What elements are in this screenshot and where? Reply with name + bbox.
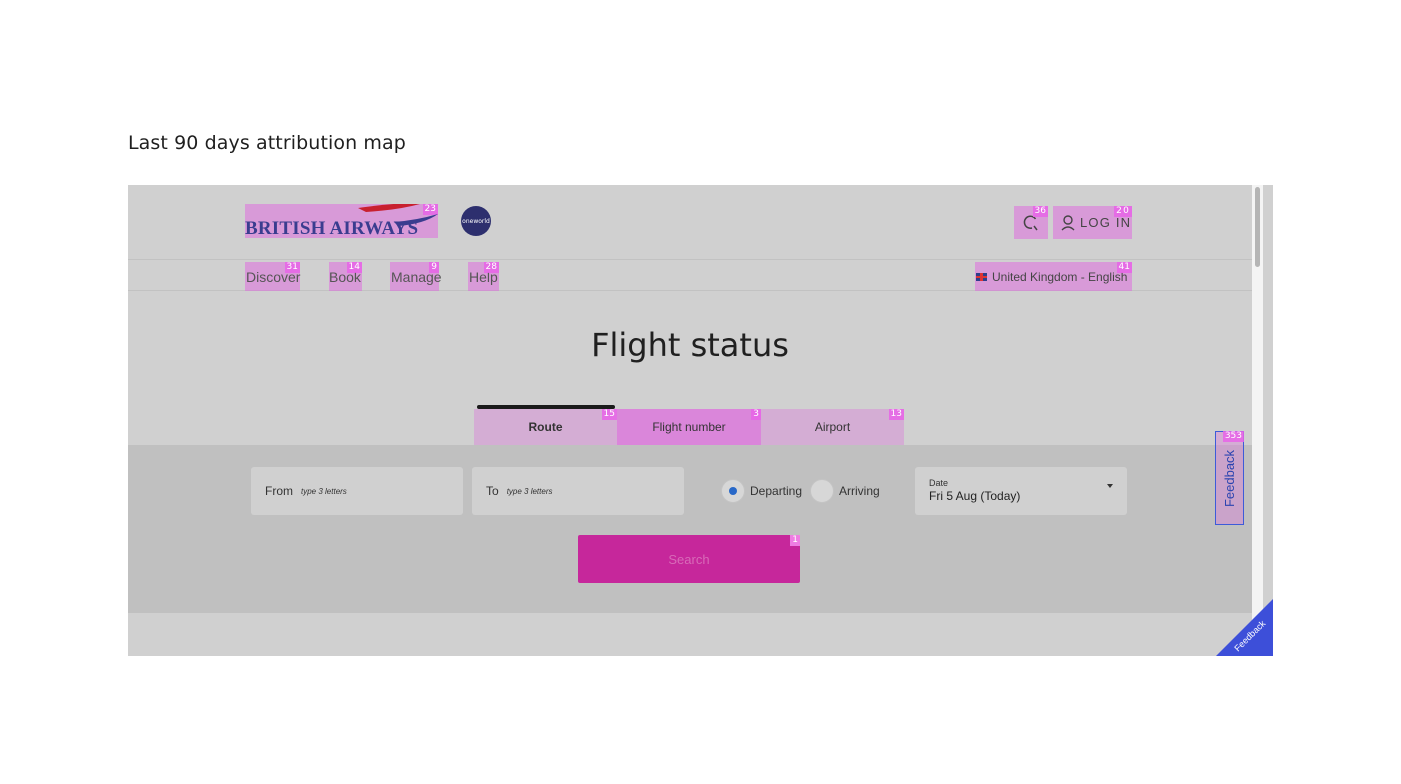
click-count-badge: 13 (888, 409, 904, 420)
tab-route[interactable]: Route 15 (474, 409, 617, 445)
nav-item-book[interactable]: Book 14 (329, 262, 362, 291)
feedback-tab[interactable]: Feedback 353 (1215, 431, 1244, 525)
nav-item-help[interactable]: Help 28 (468, 262, 499, 291)
login-button[interactable]: LOG IN 20 (1053, 206, 1132, 239)
selected-dot (729, 487, 737, 495)
nav-item-discover[interactable]: Discover 31 (245, 262, 300, 291)
tab-label: Airport (814, 420, 851, 434)
login-label: LOG IN (1080, 215, 1132, 230)
tab-label: Flight number (652, 420, 726, 434)
scrollbar-thumb[interactable] (1255, 187, 1260, 267)
from-field[interactable]: From type 3 letters (251, 467, 463, 515)
oneworld-logo: oneworld (461, 206, 491, 236)
feedback-tab-label: Feedback (1222, 449, 1237, 507)
ba-speedmarque-icon (358, 204, 438, 226)
click-count-badge: 9 (429, 262, 439, 273)
from-placeholder: type 3 letters (301, 486, 347, 496)
uk-flag-icon (976, 272, 987, 281)
date-select[interactable]: Date Fri 5 Aug (Today) (915, 467, 1127, 515)
click-count-badge: 353 (1222, 431, 1244, 442)
region-label: United Kingdom - English (992, 269, 1128, 284)
departing-radio[interactable] (721, 479, 745, 503)
arriving-label: Arriving (839, 484, 880, 498)
nav-item-manage[interactable]: Manage 9 (390, 262, 442, 291)
search-button-label: Search (668, 551, 710, 567)
to-placeholder: type 3 letters (506, 486, 553, 496)
click-count-badge: 36 (1032, 206, 1048, 217)
to-label: To (486, 484, 499, 498)
from-label: From (265, 484, 293, 498)
tab-label: Route (528, 420, 563, 434)
click-count-badge: 15 (601, 409, 617, 420)
search-flights-button[interactable]: Search 1 (578, 535, 800, 583)
click-count-badge: 3 (751, 409, 761, 420)
tab-flight-number[interactable]: Flight number 3 (617, 409, 761, 445)
page-title: Flight status (591, 326, 789, 364)
click-count-badge: 14 (346, 262, 362, 273)
date-label: Date (929, 478, 949, 488)
user-icon (1061, 214, 1075, 231)
region-selector[interactable]: United Kingdom - English 41 (975, 262, 1132, 291)
arriving-option[interactable]: Arriving (810, 477, 880, 505)
corner-feedback-ribbon[interactable]: Feedback (1216, 598, 1273, 656)
bottom-band (128, 613, 1252, 656)
click-count-badge: 1 (790, 535, 800, 546)
caret-down-icon (1107, 484, 1113, 488)
tab-airport[interactable]: Airport 13 (761, 409, 904, 445)
arriving-radio[interactable] (810, 479, 834, 503)
heatmap-viewport: 23 BRITISH AIRWAYS oneworld 36 LOG IN 20… (128, 185, 1273, 656)
click-count-badge: 31 (284, 262, 300, 273)
date-value: Fri 5 Aug (Today) (929, 489, 1021, 503)
click-count-badge: 28 (483, 262, 499, 273)
click-count-badge: 41 (1116, 262, 1132, 273)
search-button[interactable]: 36 (1014, 206, 1048, 239)
to-field[interactable]: To type 3 letters (472, 467, 684, 515)
click-count-badge: 20 (1114, 206, 1132, 217)
departing-label: Departing (750, 484, 803, 498)
scrollbar[interactable] (1252, 185, 1263, 656)
page-heading: Last 90 days attribution map (128, 132, 406, 154)
departing-option[interactable]: Departing (721, 477, 802, 505)
